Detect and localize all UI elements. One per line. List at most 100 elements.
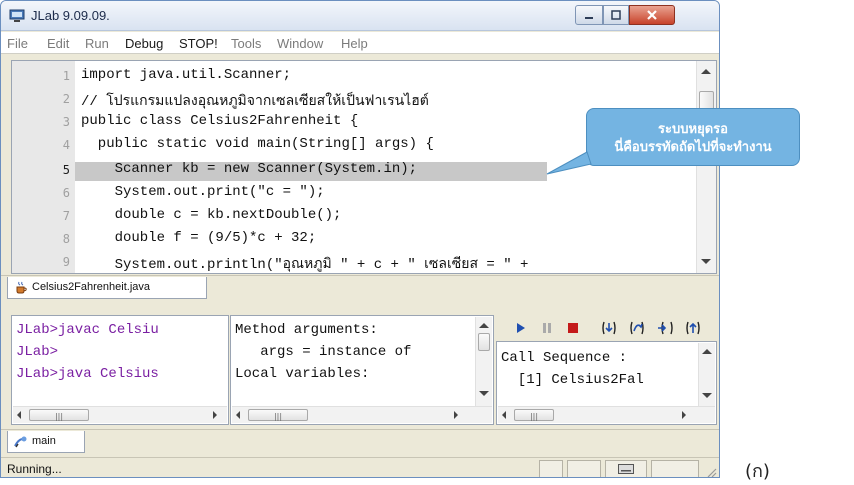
step-return-icon[interactable] [684, 319, 702, 337]
line-number: 3 [62, 115, 70, 129]
debug-toolbar [498, 317, 719, 339]
call-sequence-line: Call Sequence : [501, 350, 628, 366]
scroll-right-icon[interactable] [454, 411, 458, 419]
scroll-left-icon[interactable] [502, 411, 506, 419]
window-title: JLab 9.09.09. [31, 8, 110, 23]
console-horizontal-scrollbar[interactable]: ||| [13, 406, 227, 423]
status-cell [605, 460, 647, 477]
scroll-down-icon[interactable] [701, 259, 711, 264]
step-out-icon[interactable] [656, 319, 674, 337]
menu-window[interactable]: Window [277, 36, 323, 51]
current-code-line: Scanner kb = new Scanner(System.in); [81, 161, 418, 177]
editor-tab-bar: Celsius2Fahrenheit.java [1, 275, 719, 301]
jlab-window: JLab 9.09.09. File Edit Run Debug STOP! … [0, 0, 720, 478]
close-icon [647, 10, 657, 20]
stop-icon[interactable] [564, 319, 582, 337]
variables-line: Method arguments: [235, 322, 378, 338]
status-cell [567, 460, 601, 477]
status-cell [539, 460, 563, 477]
step-into-icon[interactable] [600, 319, 618, 337]
code-line: double f = (9/5)*c + 32; [81, 230, 317, 246]
scroll-up-icon[interactable] [479, 323, 489, 328]
code-line: System.out.println("อุณหภูมิ " + c + " เ… [81, 257, 529, 273]
code-line: double c = kb.nextDouble(); [81, 207, 342, 223]
line-number-gutter: 1 2 3 4 5 6 7 8 9 [12, 61, 75, 273]
status-text: Running... [7, 462, 62, 476]
jlab-app-icon [9, 9, 25, 22]
call-sequence-vertical-scrollbar[interactable] [698, 343, 715, 407]
title-bar[interactable]: JLab 9.09.09. [1, 1, 719, 31]
tab-label: Celsius2Fahrenheit.java [32, 281, 151, 293]
call-sequence-horizontal-scrollbar[interactable]: ||| [498, 406, 715, 423]
scroll-up-icon[interactable] [702, 349, 712, 354]
code-line: public class Celsius2Fahrenheit { [81, 113, 359, 129]
menu-stop[interactable]: STOP! [179, 36, 218, 51]
callout-line1: ระบบหยุดรอ [658, 122, 728, 137]
call-sequence-line: [1] Celsius2Fal [501, 372, 644, 388]
figure-caption: (ก) [745, 461, 770, 482]
variables-horizontal-scrollbar[interactable]: ||| [232, 406, 492, 423]
menu-edit[interactable]: Edit [47, 36, 69, 51]
variables-vertical-scrollbar[interactable] [475, 317, 492, 407]
thread-icon [14, 436, 27, 448]
tab-main-thread[interactable]: main [7, 431, 85, 453]
console-line: JLab>java Celsius [16, 366, 159, 382]
callout-line2: นี่คือบรรทัดถัดไปที่จะทำงาน [614, 140, 772, 155]
code-line: public static void main(String[] args) { [81, 136, 434, 152]
scroll-up-icon[interactable] [701, 69, 711, 74]
maximize-button[interactable] [603, 5, 629, 25]
maximize-icon [611, 10, 621, 20]
menu-help[interactable]: Help [341, 36, 368, 51]
console-line: JLab> [16, 344, 59, 360]
scroll-left-icon[interactable] [17, 411, 21, 419]
callout-pointer [546, 151, 592, 175]
step-over-icon[interactable] [628, 319, 646, 337]
variables-line: Local variables: [235, 366, 370, 382]
line-number: 2 [62, 92, 70, 106]
tab-celsius2fahrenheit-java[interactable]: Celsius2Fahrenheit.java [7, 277, 207, 299]
scroll-right-icon[interactable] [213, 411, 217, 419]
variables-line: args = instance of [235, 344, 412, 360]
menu-tools[interactable]: Tools [231, 36, 261, 51]
console-line: JLab>javac Celsiu [16, 322, 159, 338]
console-panel[interactable]: JLab>javac Celsiu JLab> JLab>java Celsiu… [11, 315, 229, 425]
variables-panel[interactable]: Method arguments: args = instance of Loc… [230, 315, 494, 425]
editor-vertical-scrollbar[interactable] [696, 61, 716, 273]
line-number: 6 [62, 186, 70, 200]
line-number: 7 [62, 209, 70, 223]
menu-debug[interactable]: Debug [125, 36, 163, 51]
tab-label: main [32, 435, 56, 447]
pause-icon[interactable] [538, 319, 556, 337]
callout-bubble: ระบบหยุดรอ นี่คือบรรทัดถัดไปที่จะทำงาน [586, 108, 800, 166]
code-line: // โปรแกรมแปลงอุณหภูมิจากเซลเซียสให้เป็น… [81, 94, 429, 110]
run-icon[interactable] [512, 319, 530, 337]
code-line: System.out.print("c = "); [81, 184, 325, 200]
menu-bar: File Edit Run Debug STOP! Tools Window H… [1, 32, 719, 54]
java-coffee-icon [16, 281, 27, 294]
scroll-thumb[interactable]: ||| [29, 409, 89, 421]
scroll-thumb[interactable] [478, 333, 490, 351]
scroll-down-icon[interactable] [702, 393, 712, 398]
line-number: 4 [62, 138, 70, 152]
code-line: import java.util.Scanner; [81, 67, 292, 83]
call-sequence-panel[interactable]: Call Sequence : [1] Celsius2Fal ||| [496, 341, 717, 425]
menu-run[interactable]: Run [85, 36, 109, 51]
current-line-number: 5 [62, 163, 70, 177]
scroll-thumb[interactable]: ||| [514, 409, 554, 421]
scroll-down-icon[interactable] [479, 391, 489, 396]
status-bar: Running... [1, 457, 719, 478]
thread-tab-bar: main [1, 429, 719, 455]
keyboard-icon [618, 464, 634, 474]
close-button[interactable] [629, 5, 675, 25]
menu-file[interactable]: File [7, 36, 28, 51]
scroll-right-icon[interactable] [682, 411, 686, 419]
resize-grip-icon[interactable] [705, 466, 717, 478]
status-cell [651, 460, 699, 477]
line-number: 1 [62, 69, 70, 83]
minimize-button[interactable] [575, 5, 603, 25]
code-editor[interactable]: 1 2 3 4 5 6 7 8 9 import java.util.Scann… [11, 60, 717, 274]
line-number: 8 [62, 232, 70, 246]
scroll-thumb[interactable]: ||| [248, 409, 308, 421]
scroll-left-icon[interactable] [236, 411, 240, 419]
minimize-icon [585, 17, 593, 19]
